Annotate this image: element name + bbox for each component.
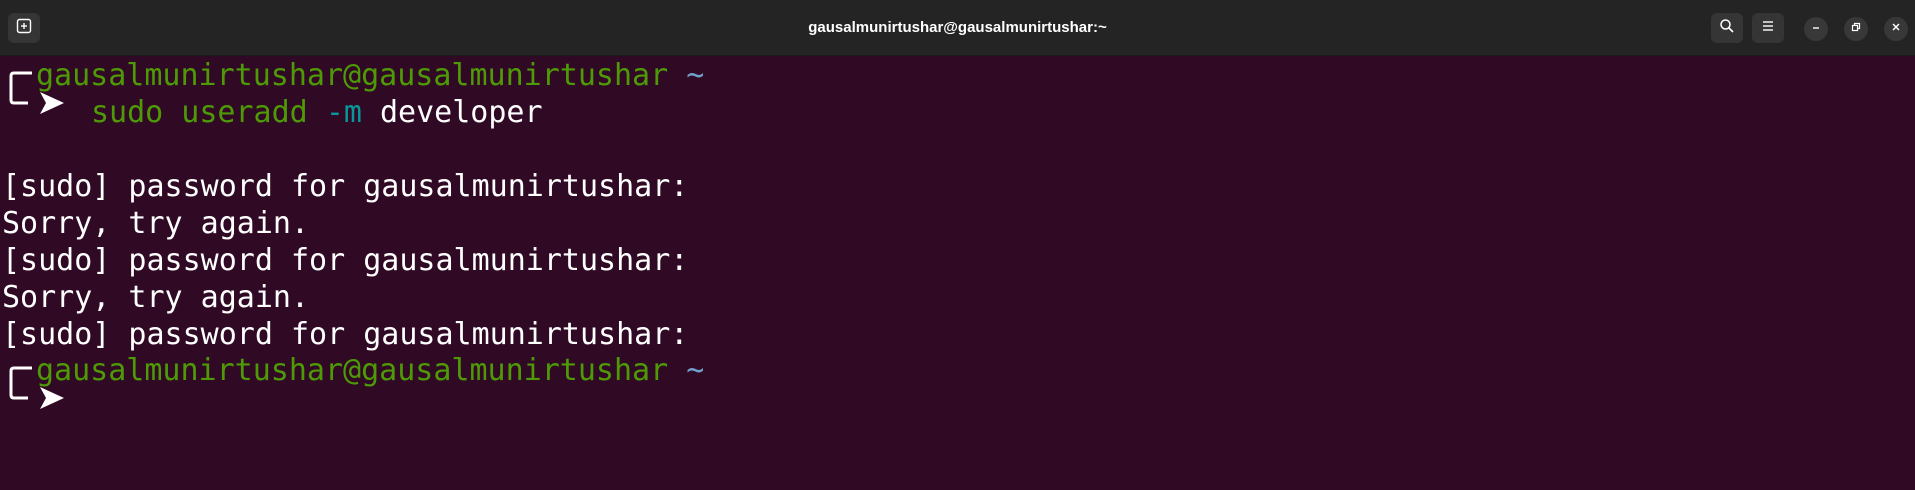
output-line: [sudo] password for gausalmunirtushar: <box>2 317 689 352</box>
prompt-directory: ~ <box>686 58 705 93</box>
prompt-user-host: gausalmunirtushar@gausalmunirtushar <box>36 58 669 93</box>
command-flag: -m <box>325 95 362 130</box>
maximize-button[interactable] <box>1844 17 1868 41</box>
terminal-output-area[interactable]: gausalmunirtushar@gausalmunirtushar ~ su… <box>0 57 1915 490</box>
output-line: Sorry, try again. <box>2 280 310 315</box>
terminal-titlebar: gausalmunirtushar@gausalmunirtushar:~ <box>0 0 1915 56</box>
close-button[interactable] <box>1884 17 1908 41</box>
prompt-line-1: gausalmunirtushar@gausalmunirtushar ~ <box>36 57 704 94</box>
output-line: [sudo] password for gausalmunirtushar: <box>2 169 689 204</box>
hamburger-menu-icon <box>1760 18 1776 39</box>
menu-button[interactable] <box>1752 13 1784 43</box>
prompt-user-host: gausalmunirtushar@gausalmunirtushar <box>36 353 669 388</box>
output-line: [sudo] password for gausalmunirtushar: <box>2 243 689 278</box>
command-line-1: sudo useradd -m developer <box>91 94 543 131</box>
output-line: Sorry, try again. <box>2 206 310 241</box>
minimize-button[interactable] <box>1804 17 1828 41</box>
restore-icon <box>1850 20 1862 38</box>
prompt-line-2: gausalmunirtushar@gausalmunirtushar ~ <box>36 352 704 389</box>
command-text: sudo useradd <box>91 95 308 130</box>
search-icon <box>1719 18 1735 39</box>
close-icon <box>1890 20 1902 38</box>
search-button[interactable] <box>1711 13 1743 43</box>
window-title: gausalmunirtushar@gausalmunirtushar:~ <box>808 19 1107 36</box>
minimize-icon <box>1810 20 1822 38</box>
prompt-directory: ~ <box>686 353 705 388</box>
command-argument: developer <box>380 95 543 130</box>
